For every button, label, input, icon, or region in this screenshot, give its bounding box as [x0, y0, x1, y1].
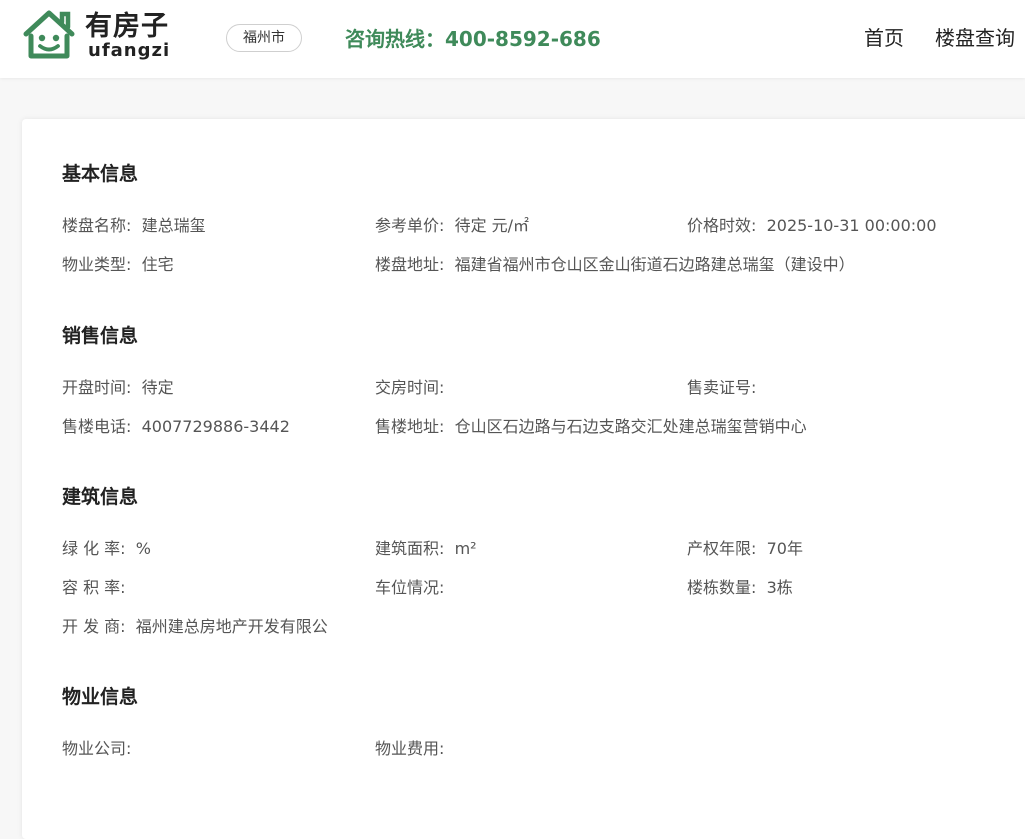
field-label: 楼栋数量: [687, 578, 757, 597]
property-mgmt-title: 物业信息 [62, 686, 139, 708]
nav-home-link[interactable]: 首页 [864, 25, 904, 51]
field-label: 产权年限: [687, 539, 757, 558]
logo-chinese-text: 有房子 [85, 11, 169, 42]
field-floor-area-ratio: 容 积 率: [62, 577, 131, 599]
house-logo-icon [23, 10, 75, 59]
field-opening-time: 开盘时间: 待定 [62, 377, 174, 399]
field-parking: 车位情况: [375, 577, 450, 599]
field-value: % [135, 539, 151, 558]
field-value: 70年 [766, 539, 803, 558]
field-value: 建总瑞玺 [141, 216, 206, 235]
field-building-count: 楼栋数量: 3栋 [687, 577, 793, 599]
hotline-text: 咨询热线：400-8592-686 [345, 27, 601, 51]
field-property-company: 物业公司: [62, 738, 137, 760]
nav-property-search-link[interactable]: 楼盘查询 [935, 25, 1015, 51]
field-developer: 开 发 商: 福州建总房地产开发有限公 [62, 616, 328, 638]
field-property-type: 物业类型: 住宅 [62, 254, 174, 276]
field-label: 物业类型: [62, 255, 132, 274]
field-value: 福建省福州市仓山区金山街道石边路建总瑞玺（建设中） [454, 255, 855, 274]
field-label: 售楼电话: [62, 417, 132, 436]
field-label: 楼盘地址: [375, 255, 445, 274]
property-info-card: 基本信息 楼盘名称: 建总瑞玺 参考单价: 待定 元/㎡ 价格时效: 2025-… [22, 119, 1025, 839]
field-property-fee: 物业费用: [375, 738, 450, 760]
building-info-title: 建筑信息 [62, 486, 139, 508]
field-sales-license: 售卖证号: [687, 377, 762, 399]
field-label: 物业公司: [62, 739, 132, 758]
field-label: 参考单价: [375, 216, 445, 235]
logo-english-text: ufangzi [88, 40, 171, 61]
field-label: 售楼地址: [375, 417, 445, 436]
field-label: 物业费用: [375, 739, 445, 758]
field-sales-office-address: 售楼地址: 仓山区石边路与石边支路交汇处建总瑞玺营销中心 [375, 416, 807, 438]
field-delivery-time: 交房时间: [375, 377, 450, 399]
field-label: 售卖证号: [687, 378, 757, 397]
field-label: 容 积 率: [62, 578, 126, 597]
field-green-rate: 绿 化 率: % [62, 538, 151, 560]
top-header: 有房子 ufangzi 福州市 咨询热线：400-8592-686 首页 楼盘查… [0, 0, 1025, 78]
field-building-area: 建筑面积: m² [375, 538, 477, 560]
site-logo[interactable]: 有房子 ufangzi [22, 8, 182, 64]
basic-info-title: 基本信息 [62, 163, 139, 185]
field-value: 住宅 [141, 255, 174, 274]
field-property-name: 楼盘名称: 建总瑞玺 [62, 215, 206, 237]
field-property-term: 产权年限: 70年 [687, 538, 803, 560]
field-value: 仓山区石边路与石边支路交汇处建总瑞玺营销中心 [454, 417, 807, 436]
city-selector-button[interactable]: 福州市 [226, 24, 302, 52]
field-value: 待定 元/㎡ [454, 216, 530, 235]
field-label: 绿 化 率: [62, 539, 126, 558]
field-value: 2025-10-31 00:00:00 [766, 216, 937, 235]
field-label: 楼盘名称: [62, 216, 132, 235]
field-label: 价格时效: [687, 216, 757, 235]
field-label: 开盘时间: [62, 378, 132, 397]
field-label: 建筑面积: [375, 539, 445, 558]
field-value: m² [454, 539, 477, 558]
field-property-address: 楼盘地址: 福建省福州市仓山区金山街道石边路建总瑞玺（建设中） [375, 254, 855, 276]
field-value: 待定 [141, 378, 174, 397]
field-label: 车位情况: [375, 578, 445, 597]
field-value: 福州建总房地产开发有限公 [135, 617, 328, 636]
field-value: 3栋 [766, 578, 793, 597]
field-label: 交房时间: [375, 378, 445, 397]
field-value: 4007729886-3442 [141, 417, 290, 436]
field-sales-phone: 售楼电话: 4007729886-3442 [62, 416, 290, 438]
field-price-validity: 价格时效: 2025-10-31 00:00:00 [687, 215, 937, 237]
sales-info-title: 销售信息 [62, 325, 139, 347]
field-reference-price: 参考单价: 待定 元/㎡ [375, 215, 529, 237]
field-label: 开 发 商: [62, 617, 126, 636]
